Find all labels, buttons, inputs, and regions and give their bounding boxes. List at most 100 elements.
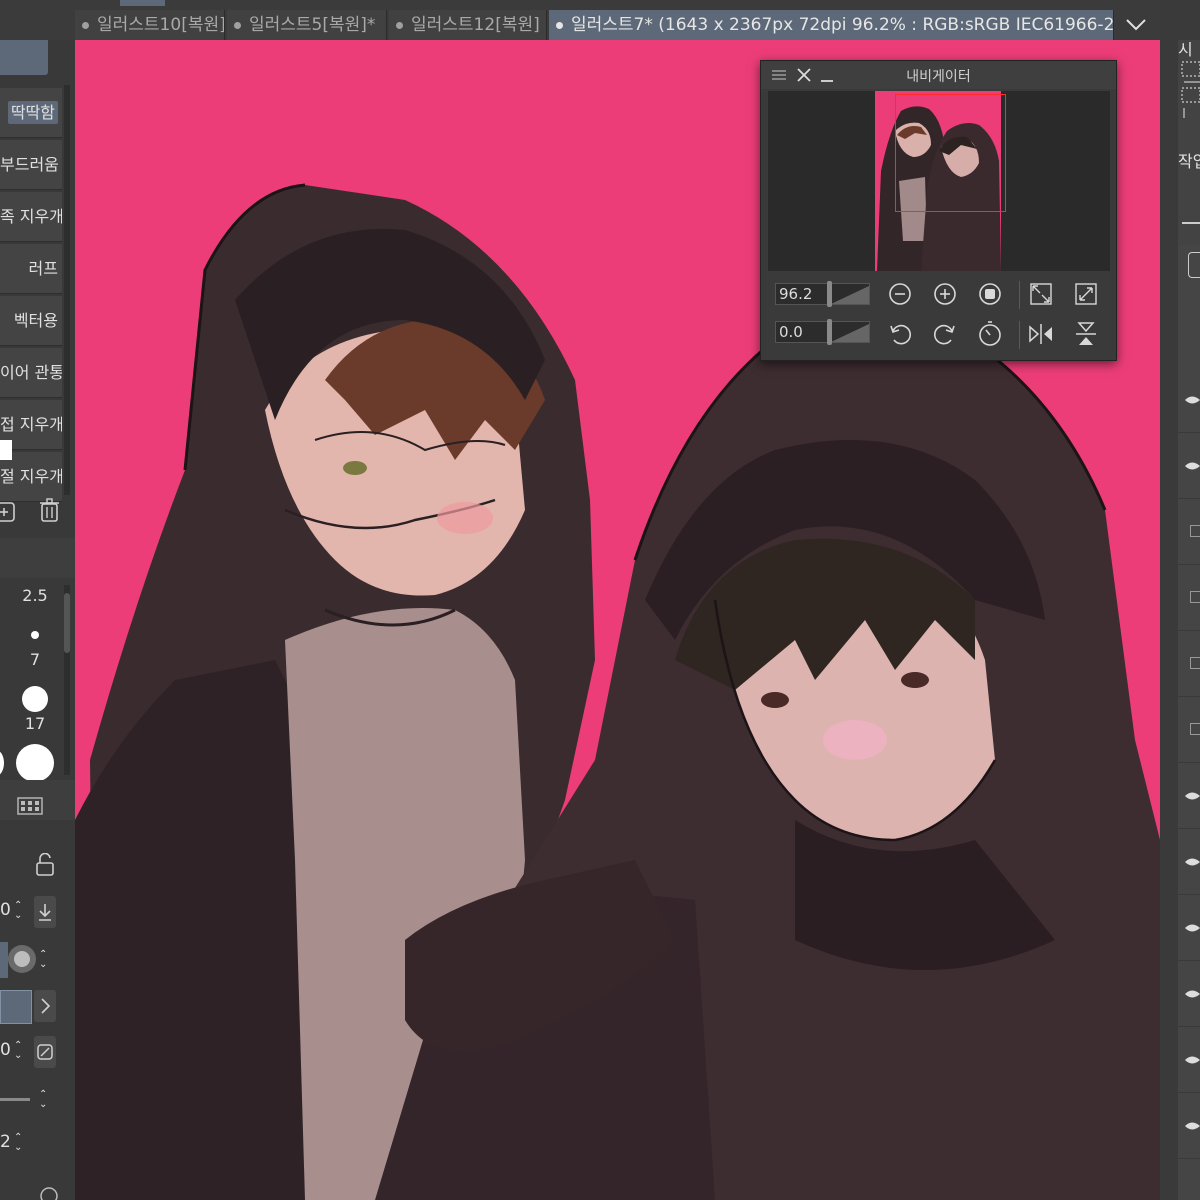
layer-row[interactable] bbox=[1178, 895, 1200, 961]
eye-icon[interactable] bbox=[1184, 855, 1200, 869]
panel-label-start: 시 bbox=[1178, 40, 1193, 59]
subtool-item-rough[interactable]: 러프 bbox=[0, 244, 62, 294]
download-icon bbox=[39, 904, 51, 921]
fit-to-screen-button[interactable] bbox=[1071, 279, 1101, 309]
tab-document-5[interactable]: 일러스트5[복원]* bbox=[227, 10, 387, 40]
subtool-item-layer-through[interactable]: 이어 관통 bbox=[0, 348, 62, 398]
layer-mode-button[interactable] bbox=[1188, 252, 1200, 278]
zoom-out-button[interactable] bbox=[885, 279, 915, 309]
active-indicator bbox=[0, 942, 8, 978]
chevron-right-icon bbox=[41, 998, 51, 1014]
subtool-actions bbox=[0, 496, 75, 530]
stepper-icon[interactable]: ⌃ ⌄ bbox=[14, 1133, 22, 1153]
subtool-scrollbar[interactable] bbox=[64, 85, 70, 495]
toolbar-divider bbox=[1019, 281, 1020, 309]
color-swatch-button[interactable] bbox=[0, 990, 32, 1024]
brush-size-scrollbar[interactable] bbox=[64, 585, 70, 775]
brush-size-17[interactable]: 17 bbox=[10, 714, 60, 733]
scroll-thumb[interactable] bbox=[64, 593, 70, 653]
stepper-icon[interactable]: ⌃ ⌄ bbox=[14, 1041, 22, 1061]
checkbox[interactable] bbox=[1190, 591, 1200, 603]
tool-panel: 딱딱함 부드러움 족 지우개 러프 벡터용 이어 관통 접 지우개 절 지우개 … bbox=[0, 0, 75, 1200]
layer-row[interactable] bbox=[1178, 763, 1200, 829]
flip-horizontal-icon bbox=[1029, 324, 1052, 344]
menu-icon[interactable] bbox=[1182, 222, 1200, 224]
fit-to-window-button[interactable] bbox=[1026, 279, 1056, 309]
flip-vertical-button[interactable] bbox=[1071, 319, 1101, 349]
flip-horizontal-button[interactable] bbox=[1026, 319, 1056, 349]
stepper-icon[interactable]: ⌃ ⌄ bbox=[39, 950, 47, 970]
layer-row[interactable] bbox=[1178, 631, 1200, 697]
panel-label-work: 작업 bbox=[1178, 152, 1200, 171]
rotate-right-button[interactable] bbox=[930, 319, 960, 349]
layer-row[interactable] bbox=[1178, 433, 1200, 499]
zoom-slider[interactable]: 96.2 bbox=[775, 281, 870, 307]
modified-dot bbox=[82, 22, 89, 29]
fit-screen-icon bbox=[1075, 283, 1097, 305]
tool-property-header bbox=[0, 780, 75, 820]
brush-size-7[interactable]: 7 bbox=[10, 650, 60, 669]
eye-icon[interactable] bbox=[1184, 789, 1200, 803]
layer-row[interactable] bbox=[1178, 565, 1200, 631]
tab-overflow-button[interactable] bbox=[1116, 10, 1156, 40]
eye-icon[interactable] bbox=[1184, 987, 1200, 1001]
actual-size-button[interactable] bbox=[975, 279, 1005, 309]
view-rectangle[interactable] bbox=[895, 94, 1006, 212]
fit-window-icon bbox=[1030, 283, 1052, 305]
property-value-2[interactable]: 0 bbox=[0, 1040, 11, 1060]
trash-icon[interactable] bbox=[38, 498, 62, 524]
filmstrip-icon[interactable] bbox=[17, 796, 43, 816]
eye-icon[interactable] bbox=[1184, 921, 1200, 935]
layer-row[interactable] bbox=[1178, 961, 1200, 1027]
eye-icon[interactable] bbox=[1184, 459, 1200, 473]
checkbox[interactable] bbox=[1190, 723, 1200, 735]
layer-row[interactable] bbox=[1178, 1027, 1200, 1093]
action-list-icon[interactable] bbox=[1180, 60, 1200, 120]
layer-row[interactable] bbox=[1178, 697, 1200, 763]
eye-icon[interactable] bbox=[1184, 393, 1200, 407]
layer-row[interactable] bbox=[1178, 367, 1200, 433]
subtool-item-eraser[interactable]: 족 지우개 bbox=[0, 192, 62, 242]
eye-icon[interactable] bbox=[1184, 1119, 1200, 1133]
property-value-3[interactable]: 2 bbox=[0, 1132, 11, 1152]
brush-size-2-5[interactable]: 2.5 bbox=[10, 586, 60, 605]
layer-row[interactable] bbox=[1178, 829, 1200, 895]
zoom-slider-knob[interactable] bbox=[827, 281, 832, 307]
unlock-icon[interactable] bbox=[34, 853, 56, 877]
brush-size-dot bbox=[22, 686, 48, 712]
layer-row[interactable] bbox=[1178, 499, 1200, 565]
rotate-left-button[interactable] bbox=[885, 319, 915, 349]
zoom-value[interactable]: 96.2 bbox=[779, 285, 812, 303]
download-button[interactable] bbox=[34, 896, 56, 928]
layer-row[interactable] bbox=[1178, 1093, 1200, 1159]
rotation-value[interactable]: 0.0 bbox=[779, 323, 803, 341]
tab-document-7[interactable]: 일러스트7* (1643 x 2367px 72dpi 96.2% : RGB:… bbox=[549, 10, 1114, 40]
add-subtool-icon[interactable] bbox=[0, 500, 18, 524]
slider-track[interactable] bbox=[0, 1098, 30, 1101]
property-value-1[interactable]: 0 bbox=[0, 900, 11, 920]
subtool-item-soft[interactable]: 부드러움 bbox=[0, 140, 62, 190]
navigator-titlebar[interactable]: 내비게이터 bbox=[761, 61, 1116, 89]
expand-button[interactable] bbox=[34, 990, 56, 1022]
eye-icon[interactable] bbox=[1184, 1053, 1200, 1067]
brush-size-dot bbox=[31, 631, 39, 639]
clear-button[interactable] bbox=[34, 1036, 56, 1068]
navigator-preview[interactable] bbox=[768, 91, 1110, 271]
brush-size-header bbox=[0, 538, 75, 578]
subtool-item-vector[interactable]: 벡터용 bbox=[0, 296, 62, 346]
tab-document-10[interactable]: 일러스트10[복원] bbox=[75, 10, 225, 40]
settings-icon[interactable] bbox=[38, 1185, 60, 1200]
brush-shape-preview[interactable] bbox=[8, 945, 36, 973]
reset-rotation-button[interactable] bbox=[975, 319, 1005, 349]
zoom-ramp bbox=[831, 286, 869, 304]
rotation-slider[interactable]: 0.0 bbox=[775, 319, 870, 345]
checkbox[interactable] bbox=[1190, 525, 1200, 537]
stepper-icon[interactable]: ⌃ ⌄ bbox=[14, 901, 22, 921]
tab-document-12[interactable]: 일러스트12[복원] bbox=[389, 10, 547, 40]
checkbox[interactable] bbox=[1190, 657, 1200, 669]
subtool-item-hard[interactable]: 딱딱함 bbox=[0, 88, 62, 138]
brush-size-dot bbox=[0, 750, 4, 776]
rotation-slider-knob[interactable] bbox=[827, 319, 832, 345]
stepper-icon[interactable]: ⌃ ⌄ bbox=[39, 1090, 47, 1110]
zoom-in-button[interactable] bbox=[930, 279, 960, 309]
